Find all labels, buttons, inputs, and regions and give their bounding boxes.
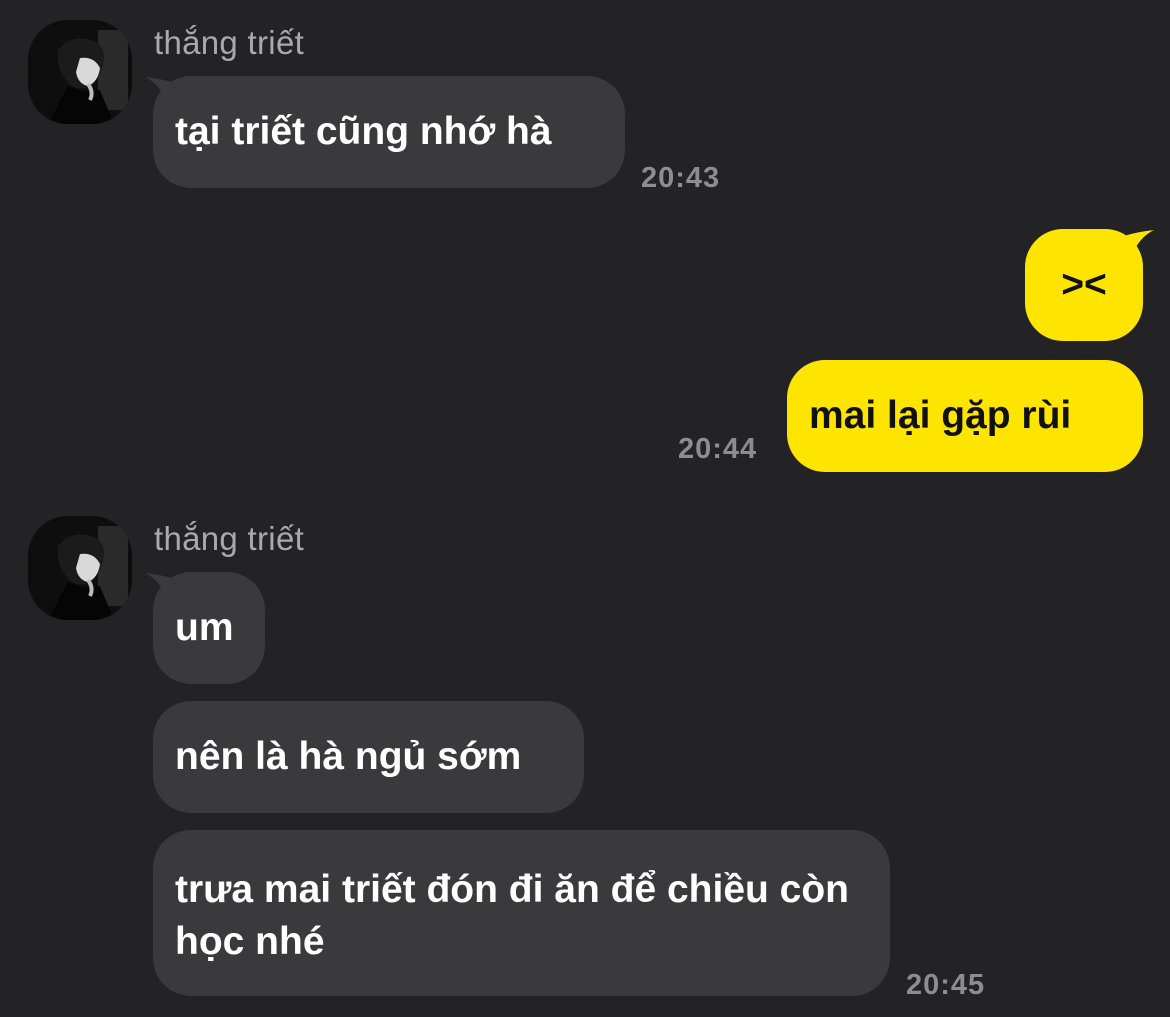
message-bubble[interactable]: >< <box>1025 229 1143 341</box>
chat-conversation: thắng triết tại triết cũng nhớ hà 20:43 … <box>0 0 1170 1017</box>
avatar[interactable] <box>28 20 132 124</box>
message-bubble[interactable]: trưa mai triết đón đi ăn để chiều còn họ… <box>153 830 890 996</box>
message-timestamp: 20:43 <box>641 162 721 194</box>
avatar-photo-icon <box>28 516 132 620</box>
message-bubble[interactable]: tại triết cũng nhớ hà <box>153 76 625 188</box>
message-timestamp: 20:44 <box>678 433 758 465</box>
sender-name: thắng triết <box>154 520 305 557</box>
message-bubble[interactable]: nên là hà ngủ sớm <box>153 701 584 813</box>
message-bubble[interactable]: um <box>153 572 265 684</box>
sender-name: thắng triết <box>154 24 305 61</box>
avatar-photo-icon <box>28 20 132 124</box>
message-timestamp: 20:45 <box>906 969 986 1001</box>
avatar[interactable] <box>28 516 132 620</box>
message-bubble[interactable]: mai lại gặp rùi <box>787 360 1143 472</box>
